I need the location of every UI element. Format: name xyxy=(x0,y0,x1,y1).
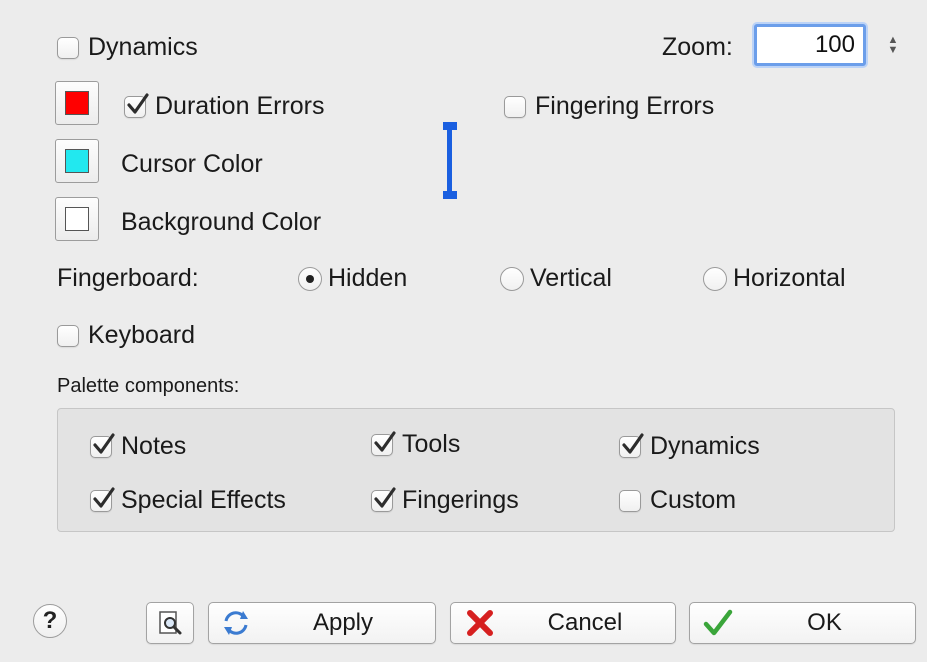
fingerboard-vertical-radio[interactable] xyxy=(500,266,524,291)
cursor-color-label: Cursor Color xyxy=(121,150,263,178)
ok-button[interactable]: OK xyxy=(689,602,916,644)
zoom-label: Zoom: xyxy=(662,33,733,61)
fingering-errors-option[interactable]: Fingering Errors xyxy=(504,92,714,121)
fingerboard-vertical-option[interactable]: Vertical xyxy=(500,264,612,293)
zoom-stepper[interactable]: ▲ ▼ xyxy=(884,29,902,61)
cursor-preview-icon xyxy=(443,122,457,199)
checkmark-icon xyxy=(374,486,396,508)
fingerboard-hidden-option[interactable]: Hidden xyxy=(298,264,407,293)
cancel-button[interactable]: Cancel xyxy=(450,602,676,644)
palette-fingerings-checkbox[interactable] xyxy=(371,486,396,512)
dynamics-label: Dynamics xyxy=(88,33,198,61)
palette-custom-option[interactable]: Custom xyxy=(619,486,736,515)
cursor-color-button[interactable] xyxy=(55,139,99,183)
fingerboard-label: Fingerboard: xyxy=(57,264,199,292)
palette-components-title: Palette components: xyxy=(57,375,240,397)
palette-fingerings-option[interactable]: Fingerings xyxy=(371,486,519,515)
magnifier-document-icon xyxy=(159,611,182,635)
fingering-errors-checkbox[interactable] xyxy=(504,95,526,118)
close-icon xyxy=(467,610,493,636)
apply-label: Apply xyxy=(312,609,374,636)
palette-notes-checkbox[interactable] xyxy=(90,432,115,458)
checkmark-icon xyxy=(374,430,396,452)
keyboard-label: Keyboard xyxy=(88,321,196,349)
keyboard-checkbox[interactable] xyxy=(57,324,79,347)
palette-special-effects-checkbox[interactable] xyxy=(90,486,115,512)
duration-errors-color-button[interactable] xyxy=(55,81,99,125)
duration-errors-option[interactable]: Duration Errors xyxy=(124,92,325,121)
apply-button[interactable]: Apply xyxy=(208,602,436,644)
palette-dynamics-checkbox[interactable] xyxy=(619,432,644,458)
help-button[interactable]: ? xyxy=(33,604,67,638)
preview-button[interactable] xyxy=(146,602,194,644)
ok-label: OK xyxy=(807,609,842,636)
palette-special-effects-option[interactable]: Special Effects xyxy=(90,486,286,515)
checkmark-icon xyxy=(93,432,115,454)
background-color-swatch xyxy=(65,207,89,231)
zoom-input[interactable] xyxy=(754,24,866,66)
palette-notes-label: Notes xyxy=(121,432,187,460)
fingerboard-hidden-label: Hidden xyxy=(328,264,408,292)
dynamics-option[interactable]: Dynamics xyxy=(57,33,198,62)
cursor-color-swatch xyxy=(65,149,89,173)
palette-dynamics-option[interactable]: Dynamics xyxy=(619,432,760,461)
palette-tools-option[interactable]: Tools xyxy=(371,430,460,459)
palette-tools-label: Tools xyxy=(402,430,461,458)
keyboard-option[interactable]: Keyboard xyxy=(57,321,195,350)
checkmark-icon xyxy=(93,486,115,508)
refresh-icon xyxy=(224,611,248,635)
palette-special-effects-label: Special Effects xyxy=(121,486,286,514)
palette-custom-label: Custom xyxy=(650,486,737,514)
palette-fingerings-label: Fingerings xyxy=(402,486,519,514)
palette-tools-checkbox[interactable] xyxy=(371,430,396,456)
fingerboard-horizontal-radio[interactable] xyxy=(703,266,727,291)
fingerboard-horizontal-option[interactable]: Horizontal xyxy=(703,264,846,293)
help-icon: ? xyxy=(42,607,58,634)
chevron-down-icon[interactable]: ▼ xyxy=(888,45,899,56)
checkmark-icon xyxy=(622,432,644,454)
fingerboard-horizontal-label: Horizontal xyxy=(733,264,846,292)
duration-errors-label: Duration Errors xyxy=(155,92,325,120)
palette-dynamics-label: Dynamics xyxy=(650,432,760,460)
background-color-label: Background Color xyxy=(121,208,322,236)
palette-notes-option[interactable]: Notes xyxy=(90,432,186,461)
duration-errors-swatch xyxy=(65,91,89,115)
fingerboard-vertical-label: Vertical xyxy=(530,264,612,292)
duration-errors-checkbox[interactable] xyxy=(124,92,149,118)
palette-custom-checkbox[interactable] xyxy=(619,489,641,512)
checkmark-icon xyxy=(703,609,733,636)
checkmark-icon xyxy=(127,92,149,114)
cancel-label: Cancel xyxy=(547,609,623,636)
background-color-button[interactable] xyxy=(55,197,99,241)
dynamics-checkbox[interactable] xyxy=(57,36,79,59)
fingerboard-hidden-radio[interactable] xyxy=(298,266,322,291)
fingering-errors-label: Fingering Errors xyxy=(535,92,715,120)
